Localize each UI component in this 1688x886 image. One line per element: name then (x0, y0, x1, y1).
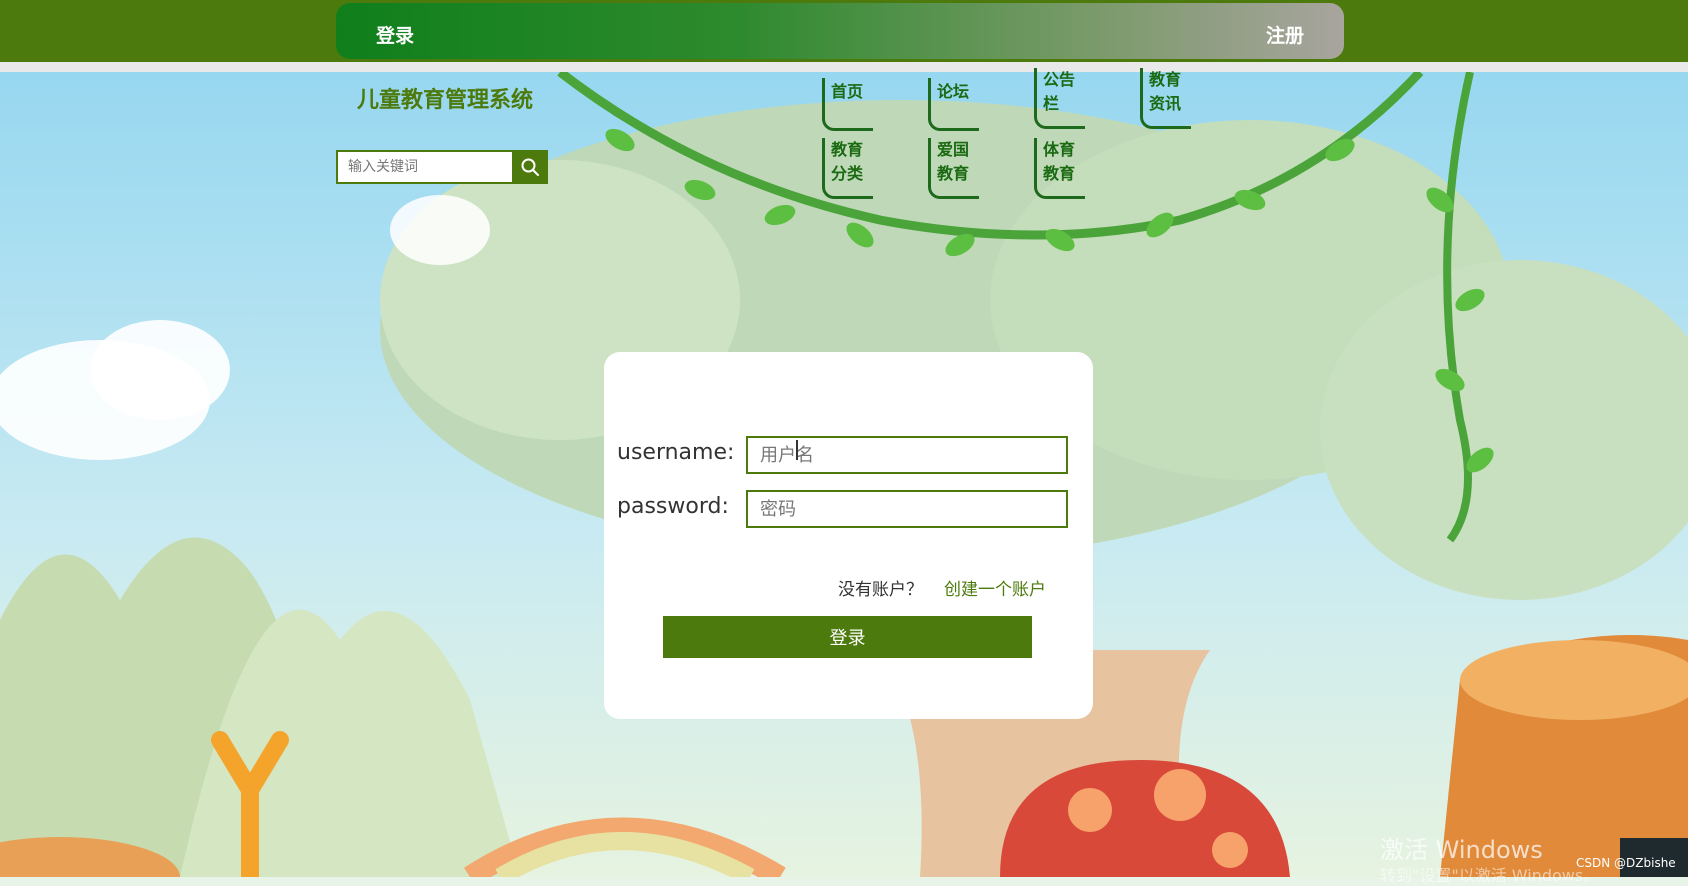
no-account-text: 没有账户？ (838, 580, 923, 600)
windows-activation-watermark: 激活 Windows (1380, 836, 1543, 864)
search-input[interactable] (336, 150, 514, 184)
nav-item-education-news[interactable]: 教育资讯 (1140, 68, 1191, 129)
text-cursor (796, 440, 798, 460)
password-input[interactable] (746, 490, 1068, 528)
search-button[interactable] (512, 150, 548, 184)
top-bar: 登录 注册 (0, 0, 1688, 62)
search-icon (521, 158, 539, 176)
search-box (336, 150, 548, 184)
windows-activation-subtext: 转到"设置"以激活 Windows。 (1380, 866, 1600, 885)
header-login-link[interactable]: 登录 (376, 21, 414, 48)
nav-item-home[interactable]: 首页 (822, 78, 873, 131)
username-input[interactable] (746, 436, 1068, 474)
site-title: 儿童教育管理系统 (357, 88, 534, 113)
nav-item-education-category[interactable]: 教育分类 (822, 138, 873, 199)
top-bar-divider (0, 62, 1688, 72)
login-card: username: password: 没有账户？ 创建一个账户 登录 (604, 352, 1093, 719)
username-label: username: (617, 440, 735, 465)
nav-item-forum[interactable]: 论坛 (928, 78, 979, 131)
top-bar-inner: 登录 注册 (336, 3, 1344, 59)
login-submit-button[interactable]: 登录 (663, 616, 1032, 658)
header-register-link[interactable]: 注册 (1266, 21, 1304, 48)
password-label: password: (617, 494, 729, 519)
create-account-link[interactable]: 创建一个账户 (944, 575, 1046, 600)
nav-item-bulletin[interactable]: 公告栏 (1034, 68, 1085, 129)
nav-item-patriotic-education[interactable]: 爱国教育 (928, 138, 979, 199)
csdn-watermark: CSDN @DZbishe (1576, 856, 1676, 870)
nav-item-sports-education[interactable]: 体育教育 (1034, 138, 1085, 199)
